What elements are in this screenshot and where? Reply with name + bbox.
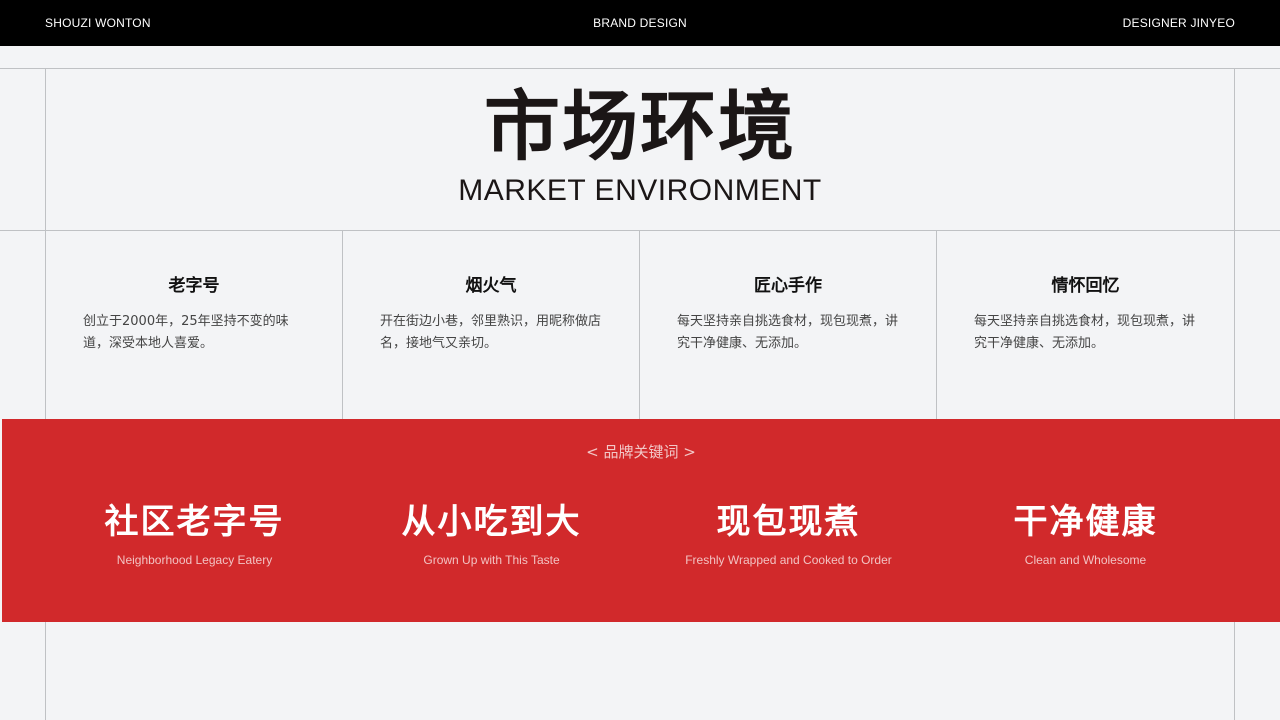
feature-card-neighborhood: 烟火气 开在街边小巷，邻里熟识，用昵称做店名，接地气又亲切。 bbox=[343, 231, 639, 418]
grid-line-top bbox=[0, 68, 1280, 69]
feature-description: 创立于2000年，25年坚持不变的味道，深受本地人喜爱。 bbox=[83, 314, 289, 351]
page-title-english: MARKET ENVIRONMENT bbox=[458, 174, 822, 207]
keyword-item: 干净健康 Clean and Wholesome bbox=[937, 497, 1234, 567]
feature-card-heritage: 老字号 创立于2000年，25年坚持不变的味道，深受本地人喜爱。 bbox=[46, 231, 342, 418]
keyword-chinese: 干净健康 bbox=[1013, 502, 1158, 542]
designer-name: DESIGNER JINYEO bbox=[1122, 16, 1235, 30]
feature-description: 每天坚持亲自挑选食材，现包现煮，讲究干净健康、无添加。 bbox=[677, 314, 899, 351]
feature-description: 每天坚持亲自挑选食材，现包现煮，讲究干净健康、无添加。 bbox=[974, 314, 1196, 351]
keyword-english: Grown Up with This Taste bbox=[423, 553, 560, 567]
feature-title: 烟火气 bbox=[465, 276, 517, 296]
keyword-item: 从小吃到大 Grown Up with This Taste bbox=[343, 497, 640, 567]
keyword-english: Freshly Wrapped and Cooked to Order bbox=[685, 553, 892, 567]
keyword-item: 现包现煮 Freshly Wrapped and Cooked to Order bbox=[640, 497, 937, 567]
feature-description: 开在街边小巷，邻里熟识，用昵称做店名，接地气又亲切。 bbox=[380, 314, 602, 351]
keyword-chinese: 社区老字号 bbox=[104, 502, 285, 542]
keyword-chinese: 从小吃到大 bbox=[401, 502, 582, 542]
section-name: BRAND DESIGN bbox=[593, 16, 687, 30]
top-header-bar: SHOUZI WONTON BRAND DESIGN DESIGNER JINY… bbox=[0, 0, 1280, 46]
feature-title: 老字号 bbox=[168, 276, 220, 296]
brand-keywords-band: < 品牌关键词 > 社区老字号 Neighborhood Legacy Eate… bbox=[2, 419, 1280, 622]
brand-keywords-label: < 品牌关键词 > bbox=[586, 443, 696, 461]
keyword-english: Neighborhood Legacy Eatery bbox=[116, 553, 273, 567]
keyword-item: 社区老字号 Neighborhood Legacy Eatery bbox=[46, 497, 343, 567]
feature-card-nostalgia: 情怀回忆 每天坚持亲自挑选食材，现包现煮，讲究干净健康、无添加。 bbox=[937, 231, 1234, 418]
feature-card-handmade: 匠心手作 每天坚持亲自挑选食材，现包现煮，讲究干净健康、无添加。 bbox=[640, 231, 936, 418]
keyword-chinese: 现包现煮 bbox=[716, 502, 861, 542]
feature-title: 匠心手作 bbox=[754, 276, 822, 296]
page-title-chinese: 市场环境 bbox=[484, 82, 796, 171]
keyword-english: Clean and Wholesome bbox=[1024, 553, 1147, 567]
feature-title: 情怀回忆 bbox=[1051, 276, 1120, 296]
